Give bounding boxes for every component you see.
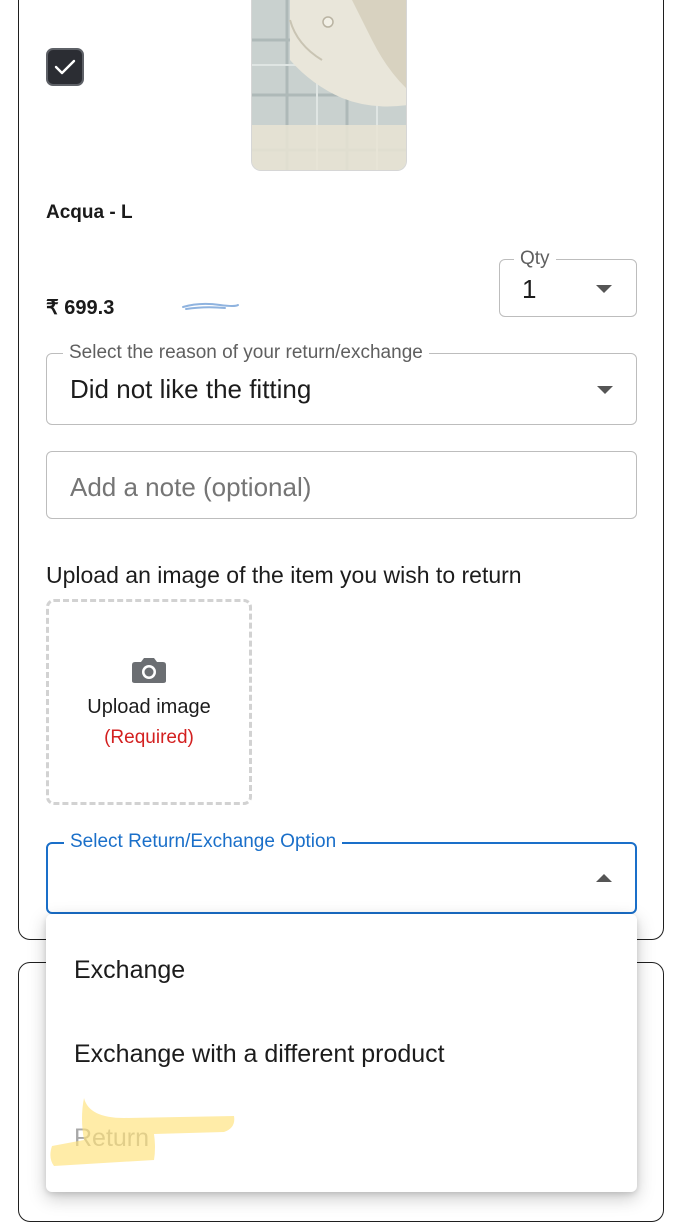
- check-icon: [54, 59, 76, 75]
- qty-label: Qty: [514, 249, 556, 269]
- chevron-down-icon: [596, 285, 612, 293]
- reason-select[interactable]: Select the reason of your return/exchang…: [46, 343, 637, 425]
- reason-value: Did not like the fitting: [70, 374, 312, 404]
- chevron-down-icon: [597, 386, 613, 394]
- qty-select[interactable]: Qty 1: [499, 249, 637, 317]
- qty-value: 1: [522, 274, 537, 304]
- return-exchange-menu: Exchange Exchange with a different produ…: [46, 914, 637, 1192]
- product-name: Acqua - L: [46, 202, 133, 223]
- product-price: ₹ 699.3: [46, 297, 115, 319]
- upload-image-button[interactable]: Upload image (Required): [46, 599, 252, 805]
- return-exchange-select[interactable]: Select Return/Exchange Option: [46, 832, 637, 914]
- menu-item-exchange-different-product[interactable]: Exchange with a different product: [74, 1040, 445, 1069]
- menu-item-return[interactable]: Return: [74, 1124, 149, 1153]
- camera-icon: [132, 657, 166, 683]
- note-input[interactable]: Add a note (optional): [46, 451, 637, 519]
- upload-prompt: Upload an image of the item you wish to …: [46, 562, 522, 588]
- required-label: (Required): [104, 726, 194, 748]
- menu-item-exchange[interactable]: Exchange: [74, 956, 185, 985]
- chevron-up-icon: [596, 874, 612, 882]
- return-exchange-label: Select Return/Exchange Option: [64, 832, 343, 852]
- product-image: [251, 0, 407, 171]
- reason-label: Select the reason of your return/exchang…: [63, 343, 429, 363]
- upload-image-label: Upload image: [87, 695, 211, 718]
- note-placeholder: Add a note (optional): [70, 472, 312, 502]
- item-select-checkbox[interactable]: [46, 48, 84, 86]
- pen-scribble: [182, 302, 239, 310]
